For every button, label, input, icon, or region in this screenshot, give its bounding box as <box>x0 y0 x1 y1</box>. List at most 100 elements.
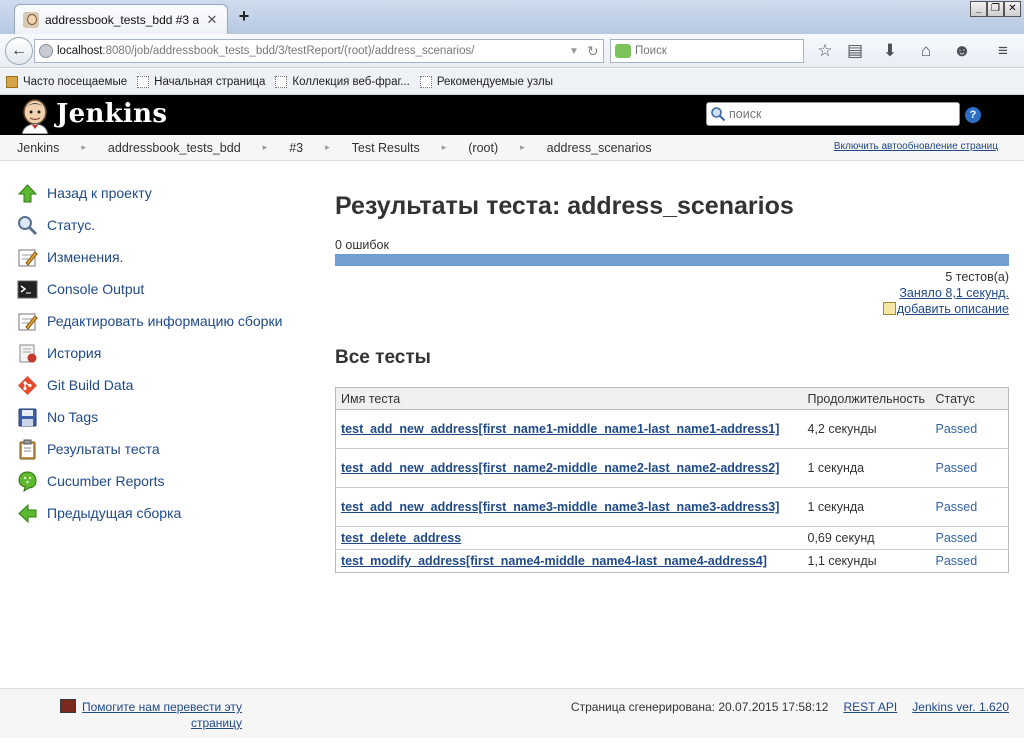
test-name-link[interactable]: test_add_new_address[first_name2-middle_… <box>341 461 779 475</box>
bookmark-star-icon[interactable]: ☆ <box>814 41 836 63</box>
test-name-link[interactable]: test_add_new_address[first_name1-middle_… <box>341 422 779 436</box>
sidebar-item-label: Результаты теста <box>47 441 160 457</box>
breadcrumb-item[interactable]: #3 <box>289 141 303 155</box>
sidebar-item-cucumber-reports[interactable]: Cucumber Reports <box>17 465 317 497</box>
downloads-icon[interactable]: ⬇ <box>879 41 901 63</box>
home-icon[interactable]: ⌂ <box>915 41 937 63</box>
duration-link[interactable]: Заняло 8,1 секунд. <box>899 286 1009 300</box>
browser-search-input[interactable] <box>635 45 803 57</box>
breadcrumb-separator-icon[interactable]: ▸ <box>263 142 268 153</box>
test-count: 5 тестов(а) <box>945 270 1009 284</box>
translate-icon[interactable] <box>60 699 76 713</box>
notepad-icon <box>18 249 38 266</box>
enable-autorefresh-link[interactable]: Включить автообновление страниц <box>834 141 998 152</box>
page-title: Результаты теста: address_scenarios <box>335 192 794 220</box>
breadcrumb-item[interactable]: addressbook_tests_bdd <box>108 141 241 155</box>
feedback-smiley-icon[interactable]: ☻ <box>951 41 973 63</box>
sidebar-item-history[interactable]: История <box>17 337 317 369</box>
test-name-link[interactable]: test_modify_address[first_name4-middle_n… <box>341 554 767 568</box>
footer-info: Страница сгенерирована: 20.07.2015 17:58… <box>571 700 1009 714</box>
translate-link[interactable]: Помогите нам перевести эту страницу <box>82 700 242 730</box>
test-status: Passed <box>930 448 1009 488</box>
main-panel: Результаты теста: address_scenarios 0 ош… <box>335 192 1009 573</box>
sidebar-item-label: No Tags <box>47 409 99 425</box>
sidebar-item-git-build-data[interactable]: Git Build Data <box>17 369 317 401</box>
test-status: Passed <box>930 487 1009 527</box>
jenkins-title[interactable]: Jenkins <box>56 99 167 129</box>
help-icon[interactable]: ? <box>965 107 981 123</box>
jenkins-search-input[interactable] <box>726 107 959 121</box>
page-icon <box>275 75 288 88</box>
column-header-status[interactable]: Статус <box>930 387 1009 410</box>
sidebar-item-back-to-project[interactable]: Назад к проекту <box>17 177 317 209</box>
table-row: test_add_new_address[first_name3-middle_… <box>335 487 1009 527</box>
add-description-link[interactable]: добавить описание <box>897 302 1009 316</box>
url-bar[interactable]: localhost:8080/job/addressbook_tests_bdd… <box>34 39 604 63</box>
bookmarks-toolbar: Часто посещаемые Начальная страница Колл… <box>0 69 1024 95</box>
url-text[interactable]: localhost:8080/job/addressbook_tests_bdd… <box>57 45 565 57</box>
search-engine-icon[interactable] <box>615 44 631 58</box>
sidebar-item-label: Изменения. <box>47 249 124 265</box>
sidebar-item-label: Статус. <box>47 217 96 233</box>
sidebar-item-no-tags[interactable]: No Tags <box>17 401 317 433</box>
test-status: Passed <box>930 409 1009 449</box>
test-duration: 1,1 секунды <box>802 549 931 573</box>
test-duration: 0,69 секунд <box>802 526 931 550</box>
notepad-edit-icon <box>18 313 38 330</box>
sidebar-item-label: Редактировать информацию сборки <box>47 313 283 329</box>
sidebar-item-changes[interactable]: Изменения. <box>17 241 317 273</box>
jenkins-version-link[interactable]: Jenkins ver. 1.620 <box>912 700 1009 714</box>
bookmark-item[interactable]: Часто посещаемые <box>6 75 127 88</box>
bookmark-item[interactable]: Коллекция веб-фраг... <box>275 75 410 88</box>
url-dropdown-icon[interactable]: ▼ <box>569 46 583 57</box>
sidebar: Назад к проекту Статус. Изменения. Conso… <box>17 177 317 529</box>
test-name-link[interactable]: test_add_new_address[first_name3-middle_… <box>341 500 779 514</box>
column-header-duration[interactable]: Продолжительность <box>802 387 931 410</box>
breadcrumb-separator-icon[interactable]: ▸ <box>325 142 330 153</box>
tab-close-icon[interactable]: ✕ <box>205 12 219 28</box>
browser-search-bar[interactable] <box>610 39 804 63</box>
reload-icon[interactable]: ↻ <box>587 43 603 60</box>
sidebar-item-test-results[interactable]: Результаты теста <box>17 433 317 465</box>
sidebar-item-previous-build[interactable]: Предыдущая сборка <box>17 497 317 529</box>
bookmarks-list-icon[interactable]: ▤ <box>844 41 866 63</box>
window-close-button[interactable]: ✕ <box>1004 1 1021 17</box>
up-arrow-icon <box>17 183 38 202</box>
browser-titlebar: addressbook_tests_bdd #3 a... ✕ + _ ❐ ✕ <box>0 0 1024 34</box>
window-minimize-button[interactable]: _ <box>970 1 987 17</box>
page-icon <box>419 75 432 88</box>
sidebar-item-label: История <box>47 345 102 361</box>
window-maximize-button[interactable]: ❐ <box>987 1 1004 17</box>
back-button[interactable]: ← <box>5 37 33 65</box>
sidebar-item-console-output[interactable]: Console Output <box>17 273 317 305</box>
sidebar-item-status[interactable]: Статус. <box>17 209 317 241</box>
table-row: test_modify_address[first_name4-middle_n… <box>335 549 1009 573</box>
notepad-edit-icon[interactable] <box>882 302 896 315</box>
git-icon <box>18 375 37 395</box>
jenkins-favicon-icon <box>23 11 39 28</box>
rest-api-link[interactable]: REST API <box>843 700 897 714</box>
jenkins-butler-logo-icon[interactable] <box>18 98 52 134</box>
jenkins-search-box[interactable] <box>706 102 960 126</box>
breadcrumb-item[interactable]: Test Results <box>352 141 420 155</box>
column-header-test-name[interactable]: Имя теста <box>335 387 803 410</box>
translate-block: Помогите нам перевести эту страницу <box>60 699 242 731</box>
bookmark-item[interactable]: Рекомендуемые узлы <box>419 75 553 88</box>
fail-count: 0 ошибок <box>335 238 389 252</box>
breadcrumb-item[interactable]: address_scenarios <box>547 141 652 155</box>
breadcrumb-separator-icon[interactable]: ▸ <box>442 142 447 153</box>
menu-icon[interactable]: ≡ <box>992 41 1014 63</box>
sidebar-item-edit-build-info[interactable]: Редактировать информацию сборки <box>17 305 317 337</box>
table-row: test_add_new_address[first_name2-middle_… <box>335 448 1009 488</box>
test-name-link[interactable]: test_delete_address <box>341 531 461 545</box>
breadcrumb-item[interactable]: Jenkins <box>17 141 59 155</box>
breadcrumb-separator-icon[interactable]: ▸ <box>81 142 86 153</box>
bookmark-item[interactable]: Начальная страница <box>137 75 265 88</box>
page-icon <box>137 75 150 88</box>
table-row: test_add_new_address[first_name1-middle_… <box>335 409 1009 449</box>
breadcrumb-separator-icon[interactable]: ▸ <box>520 142 525 153</box>
new-tab-button[interactable]: + <box>234 7 254 27</box>
breadcrumb-item[interactable]: (root) <box>468 141 498 155</box>
breadcrumb: Jenkins ▸ addressbook_tests_bdd ▸ #3 ▸ T… <box>0 135 1024 161</box>
browser-tab[interactable]: addressbook_tests_bdd #3 a... ✕ <box>14 4 228 34</box>
